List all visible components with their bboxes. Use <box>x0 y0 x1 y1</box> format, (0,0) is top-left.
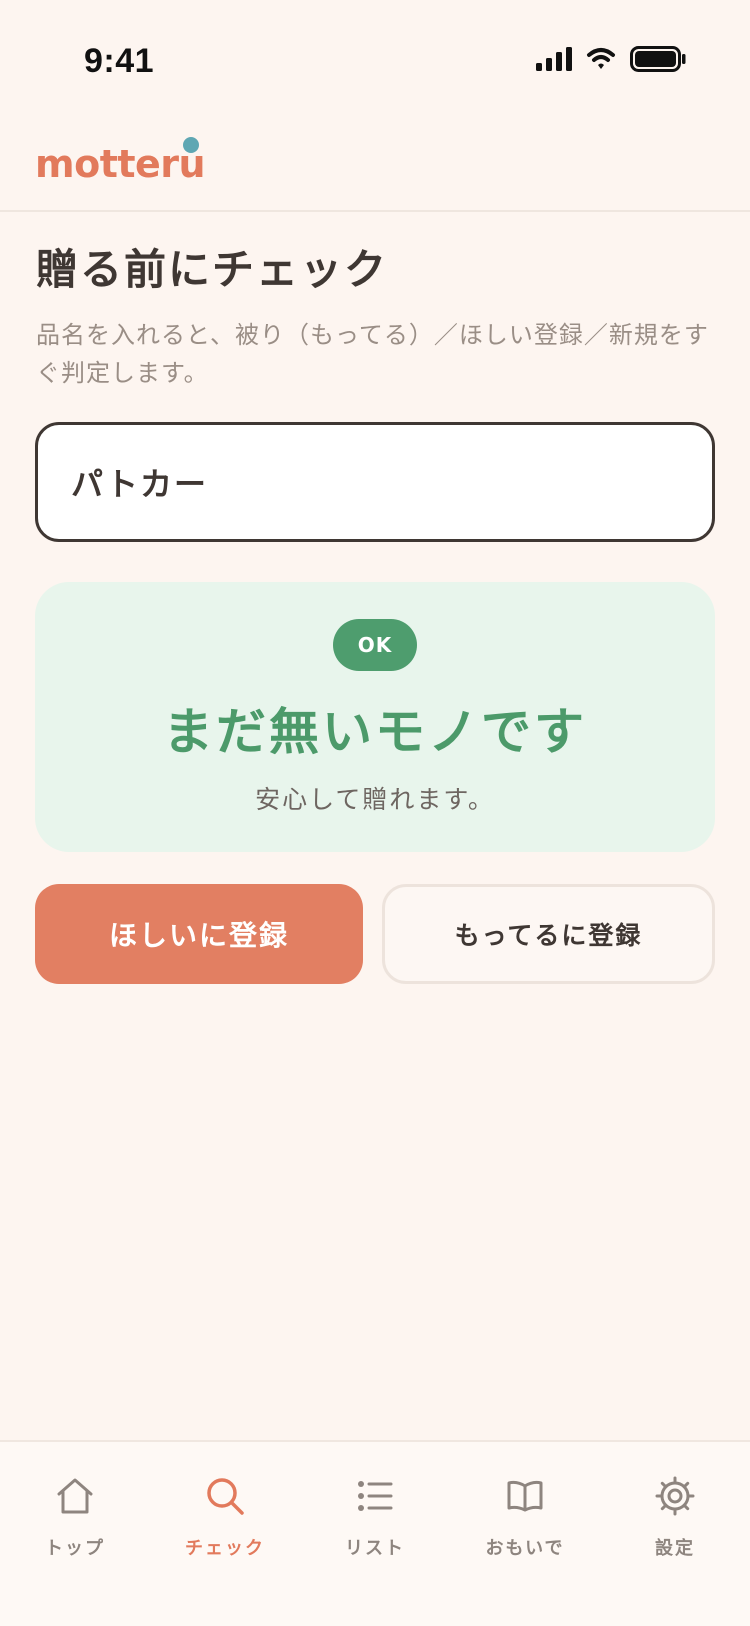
result-title: まだ無いモノです <box>163 703 587 761</box>
status-icons <box>536 46 686 72</box>
tab-label-top: トップ <box>45 1538 105 1559</box>
home-icon <box>57 1478 93 1514</box>
bottom-tab-bar: トップ チェック リスト おもいで 設定 <box>0 1440 750 1626</box>
result-card: OK まだ無いモノです 安心して贈れます。 <box>35 582 715 852</box>
wifi-icon <box>587 48 615 69</box>
tab-label-settings: 設定 <box>655 1538 695 1559</box>
gear-icon <box>655 1476 695 1516</box>
register-want-button[interactable]: ほしいに登録 <box>35 884 363 984</box>
status-badge: OK <box>333 619 417 671</box>
result-subtitle: 安心して贈れます。 <box>255 785 495 814</box>
book-icon <box>507 1480 543 1512</box>
list-icon <box>358 1481 393 1511</box>
battery-icon <box>630 46 686 72</box>
status-bar: 9:41 <box>0 0 750 120</box>
status-time: 9:41 <box>84 42 155 80</box>
tab-label-list: リスト <box>345 1538 405 1559</box>
tab-check[interactable]: チェック <box>150 1442 300 1582</box>
tab-memories[interactable]: おもいで <box>450 1442 600 1582</box>
cellular-signal-icon <box>536 47 572 71</box>
page-title: 贈る前にチェック <box>36 245 389 294</box>
logo[interactable]: motteru <box>35 142 206 186</box>
item-name-input[interactable] <box>35 422 715 542</box>
tab-top[interactable]: トップ <box>0 1442 150 1582</box>
tab-list[interactable]: リスト <box>300 1442 450 1582</box>
register-have-button[interactable]: もってるに登録 <box>382 884 715 984</box>
tab-label-check: チェック <box>185 1538 265 1559</box>
search-icon <box>207 1478 244 1515</box>
app-header: motteru <box>0 120 750 212</box>
logo-dot <box>183 137 199 153</box>
tab-settings[interactable]: 設定 <box>600 1442 750 1582</box>
tab-label-memories: おもいで <box>485 1538 565 1559</box>
page-description: 品名を入れると、被り（もってる）／ほしい登録／新規をすぐ判定します。 <box>36 321 709 387</box>
